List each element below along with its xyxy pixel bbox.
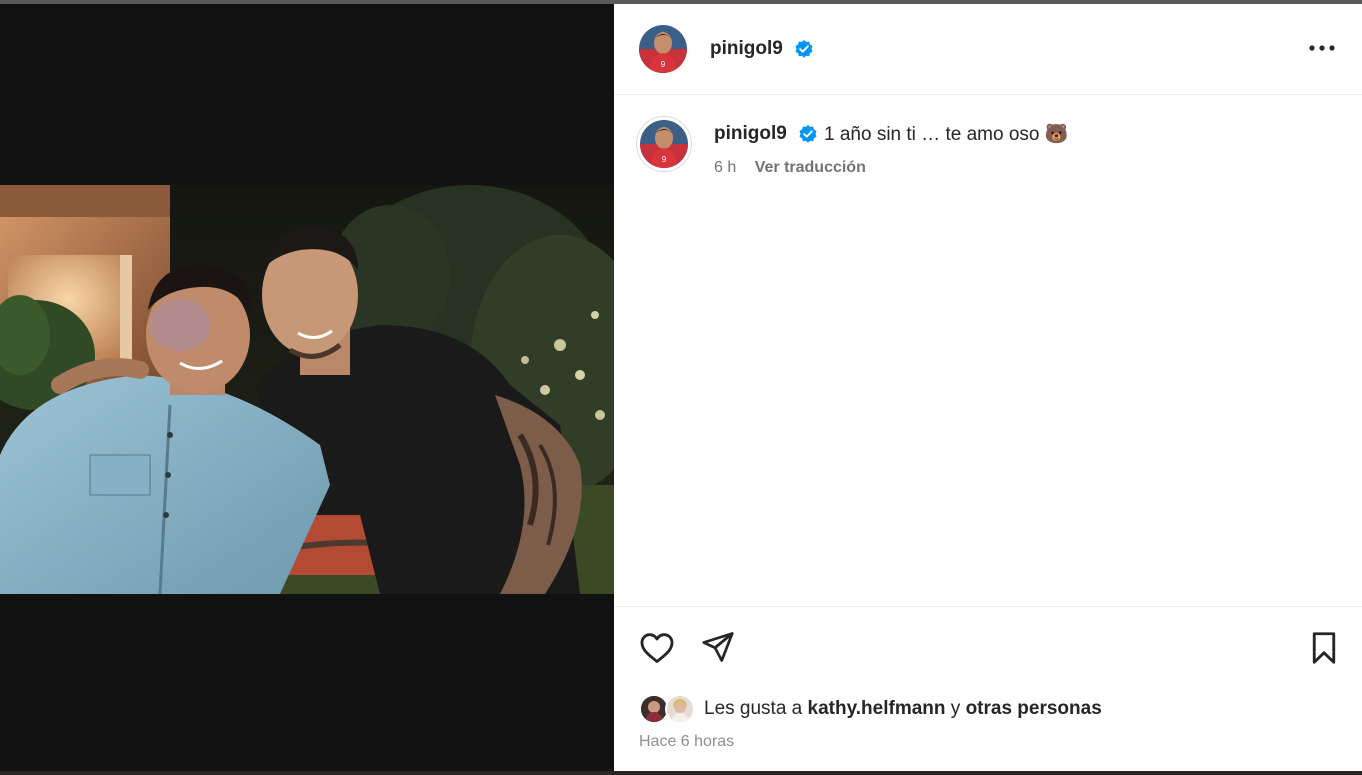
likes-prefix: Les gusta a bbox=[704, 698, 803, 719]
caption-meta: 6 h Ver traducción bbox=[714, 159, 866, 177]
bookmark-outline-icon bbox=[1312, 632, 1336, 664]
author-username[interactable]: pinigol9 bbox=[710, 38, 783, 60]
instagram-post-modal: 9 pinigol9 9 pinigol9 1 año sin ti … te … bbox=[0, 0, 1362, 775]
window-bottom-edge bbox=[0, 771, 1362, 775]
liker-avatar[interactable] bbox=[665, 694, 695, 724]
see-translation-link[interactable]: Ver traducción bbox=[755, 159, 866, 176]
heart-outline-icon bbox=[640, 633, 674, 663]
post-photo[interactable] bbox=[0, 185, 614, 594]
avatar-image: 9 bbox=[639, 25, 687, 73]
like-button[interactable] bbox=[638, 629, 676, 667]
likes-joiner: y bbox=[950, 698, 961, 719]
share-button[interactable] bbox=[700, 629, 736, 665]
post-timestamp[interactable]: Hace 6 horas bbox=[639, 733, 734, 751]
verified-badge-icon bbox=[799, 125, 817, 143]
paper-plane-icon bbox=[702, 632, 734, 662]
caption-text: 1 año sin ti … te amo oso 🐻 bbox=[824, 124, 1069, 145]
svg-text:9: 9 bbox=[661, 60, 666, 69]
post-media-pane[interactable] bbox=[0, 4, 614, 771]
more-options-button[interactable] bbox=[1298, 34, 1346, 62]
svg-text:9: 9 bbox=[662, 155, 667, 164]
caption-username[interactable]: pinigol9 bbox=[714, 123, 787, 145]
avatar-image bbox=[641, 696, 667, 722]
likes-text: Les gusta a kathy.helfmann y otras perso… bbox=[704, 698, 1102, 720]
post-photo-image bbox=[0, 185, 614, 594]
post-actions-section: Les gusta a kathy.helfmann y otras perso… bbox=[614, 606, 1362, 772]
relative-time[interactable]: 6 h bbox=[714, 159, 736, 176]
more-horizontal-icon bbox=[1309, 45, 1335, 51]
avatar-image bbox=[667, 696, 693, 722]
avatar-image: 9 bbox=[640, 120, 688, 168]
save-button[interactable] bbox=[1306, 629, 1342, 667]
post-details-pane: 9 pinigol9 9 pinigol9 1 año sin ti … te … bbox=[614, 4, 1362, 771]
caption-author-avatar[interactable]: 9 bbox=[640, 120, 688, 168]
other-likers-link[interactable]: otras personas bbox=[966, 698, 1102, 719]
post-header: 9 pinigol9 bbox=[614, 4, 1362, 95]
verified-badge-icon bbox=[795, 40, 813, 58]
liker-username-link[interactable]: kathy.helfmann bbox=[808, 698, 946, 719]
author-avatar[interactable]: 9 bbox=[639, 25, 687, 73]
